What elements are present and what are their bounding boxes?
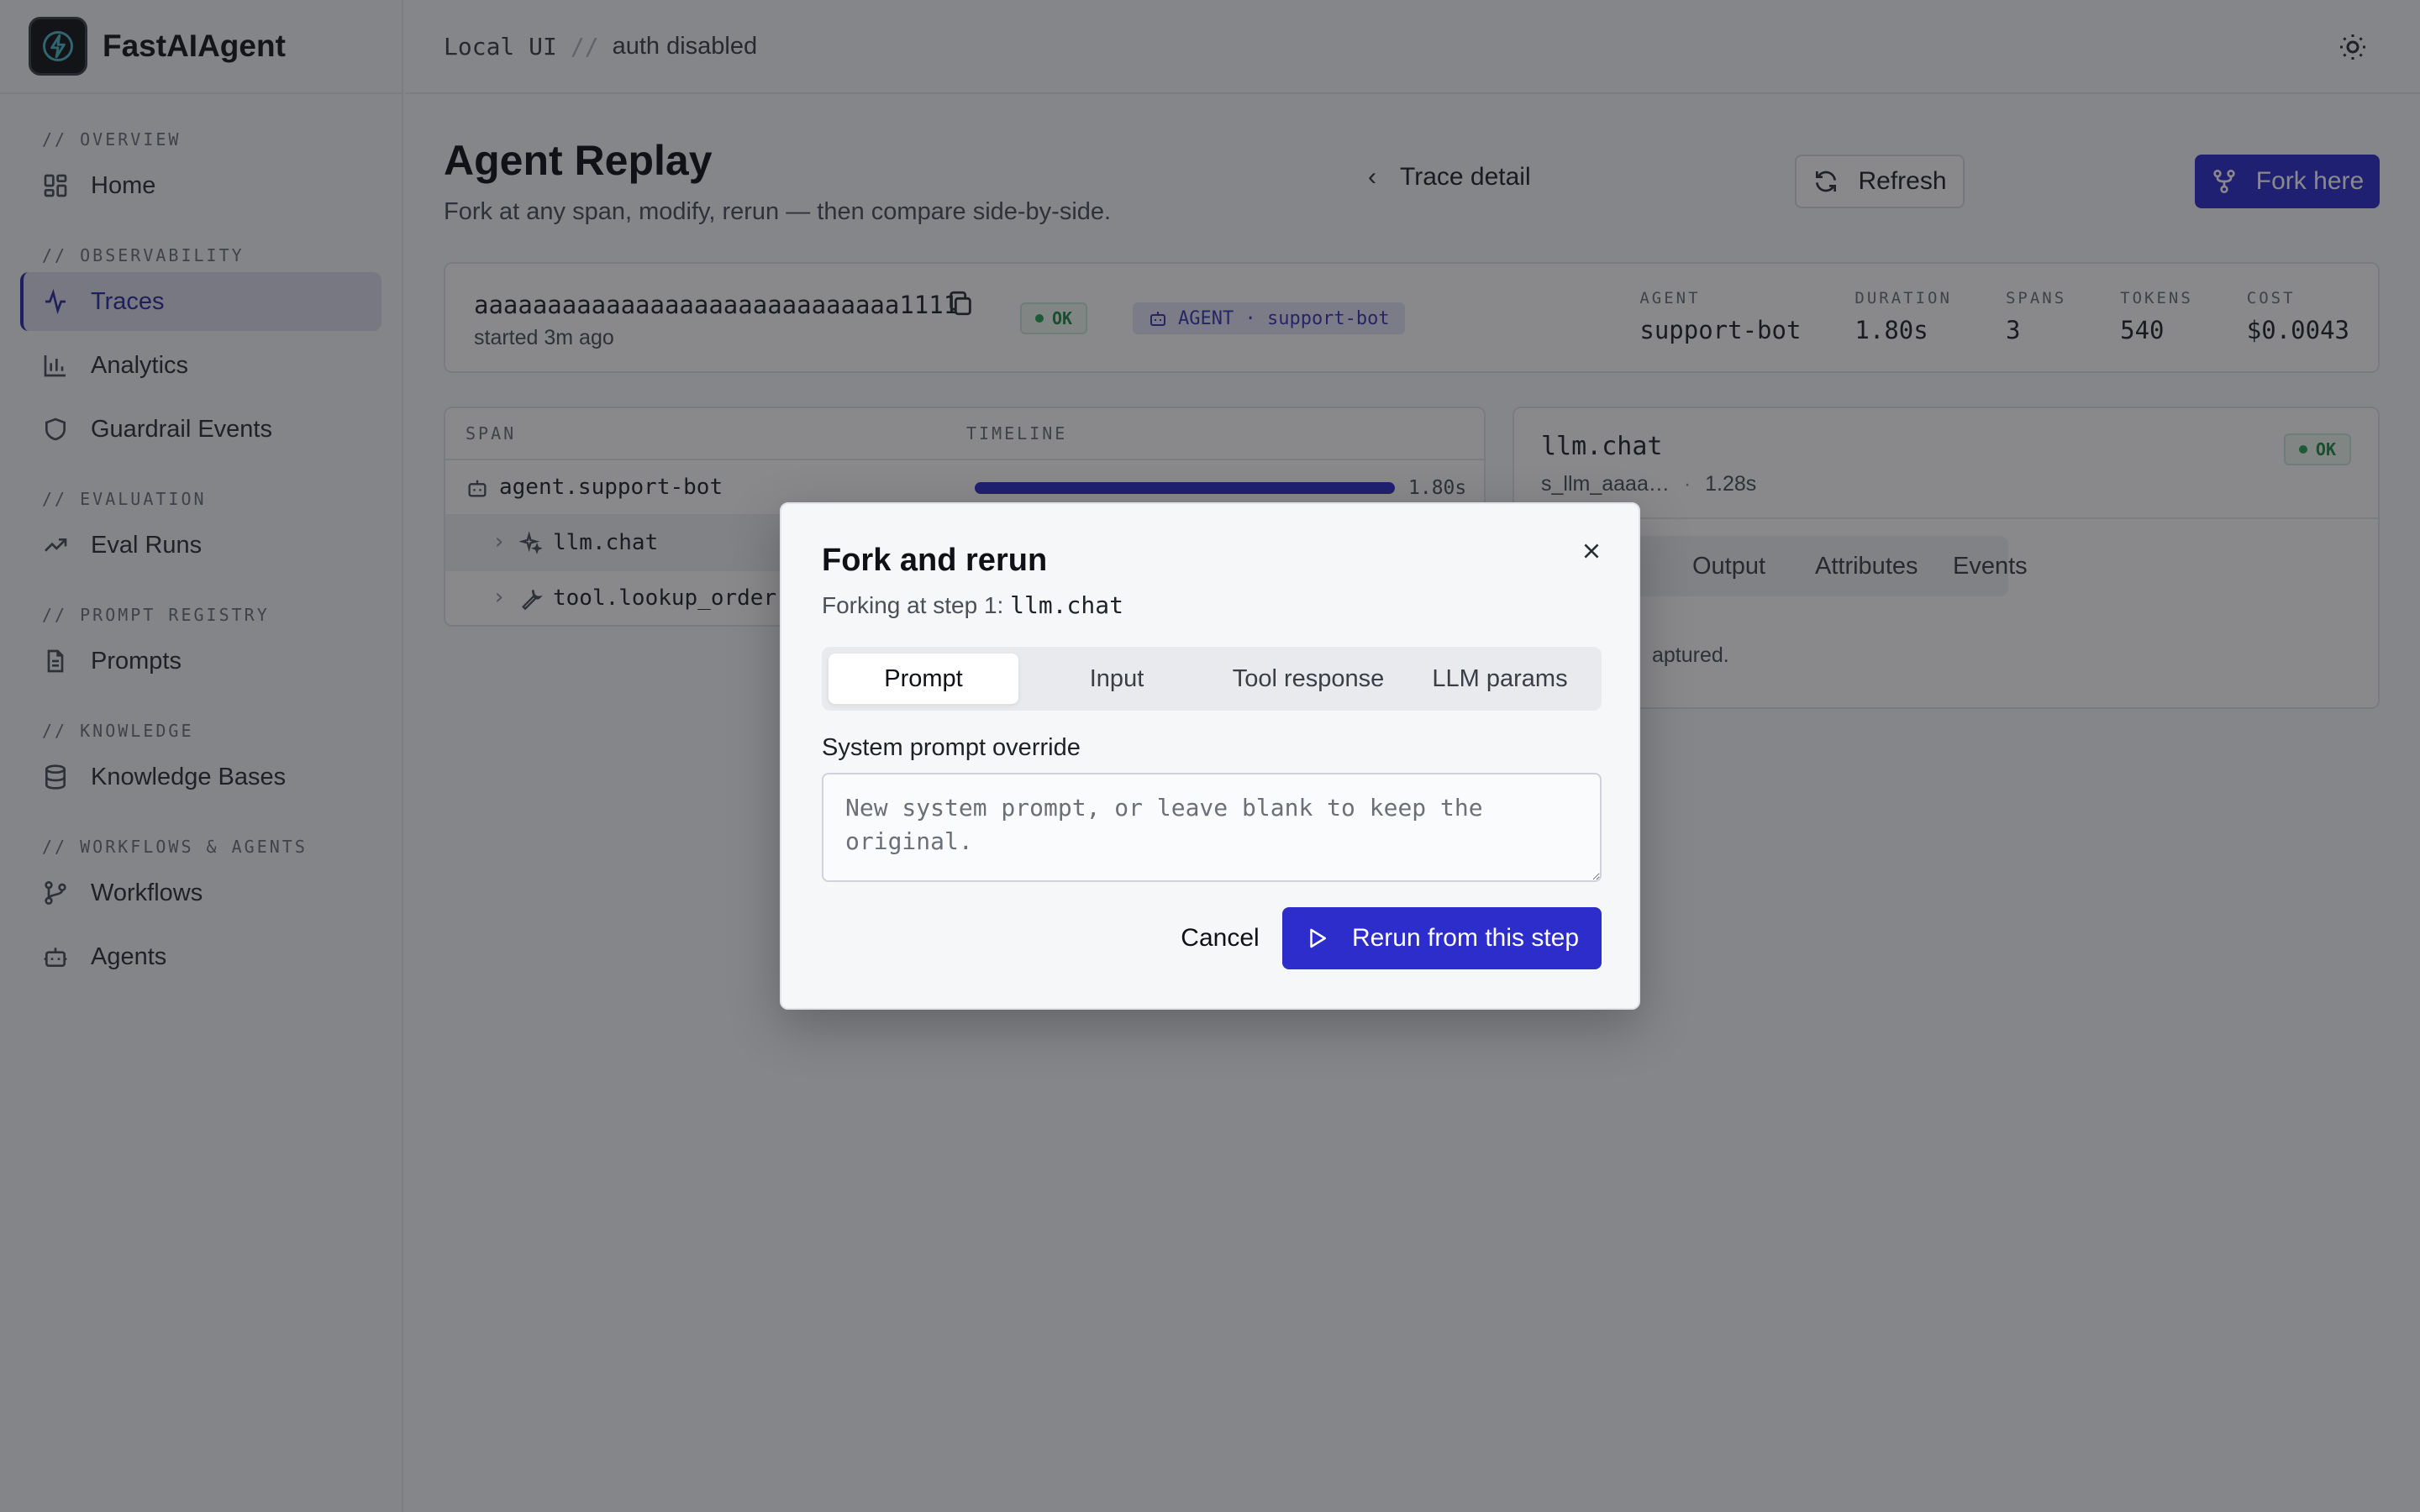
system-prompt-label: System prompt override [822, 734, 1081, 761]
dialog-step-name: llm.chat [1010, 591, 1123, 619]
rerun-label: Rerun from this step [1351, 924, 1580, 952]
tab-input[interactable]: Input [1022, 654, 1212, 704]
close-icon [1584, 543, 1599, 559]
dialog-tabs: Prompt Input Tool response LLM params [822, 647, 1602, 711]
dialog-title: Fork and rerun [822, 543, 1048, 578]
system-prompt-input[interactable] [822, 773, 1602, 882]
tab-prompt[interactable]: Prompt [829, 654, 1018, 704]
dialog-subtitle: Forking at step 1: llm.chat [822, 591, 1123, 619]
close-button[interactable] [1575, 534, 1608, 568]
dialog-subtitle-prefix: Forking at step 1: [822, 592, 1011, 618]
cancel-button[interactable]: Cancel [1143, 907, 1297, 969]
tab-tool-response[interactable]: Tool response [1213, 654, 1403, 704]
play-icon [1310, 928, 1326, 948]
rerun-from-step-button[interactable]: Rerun from this step [1282, 907, 1602, 969]
tab-llm-params[interactable]: LLM params [1405, 654, 1595, 704]
fork-rerun-dialog: Fork and rerun Forking at step 1: llm.ch… [780, 502, 1640, 1010]
